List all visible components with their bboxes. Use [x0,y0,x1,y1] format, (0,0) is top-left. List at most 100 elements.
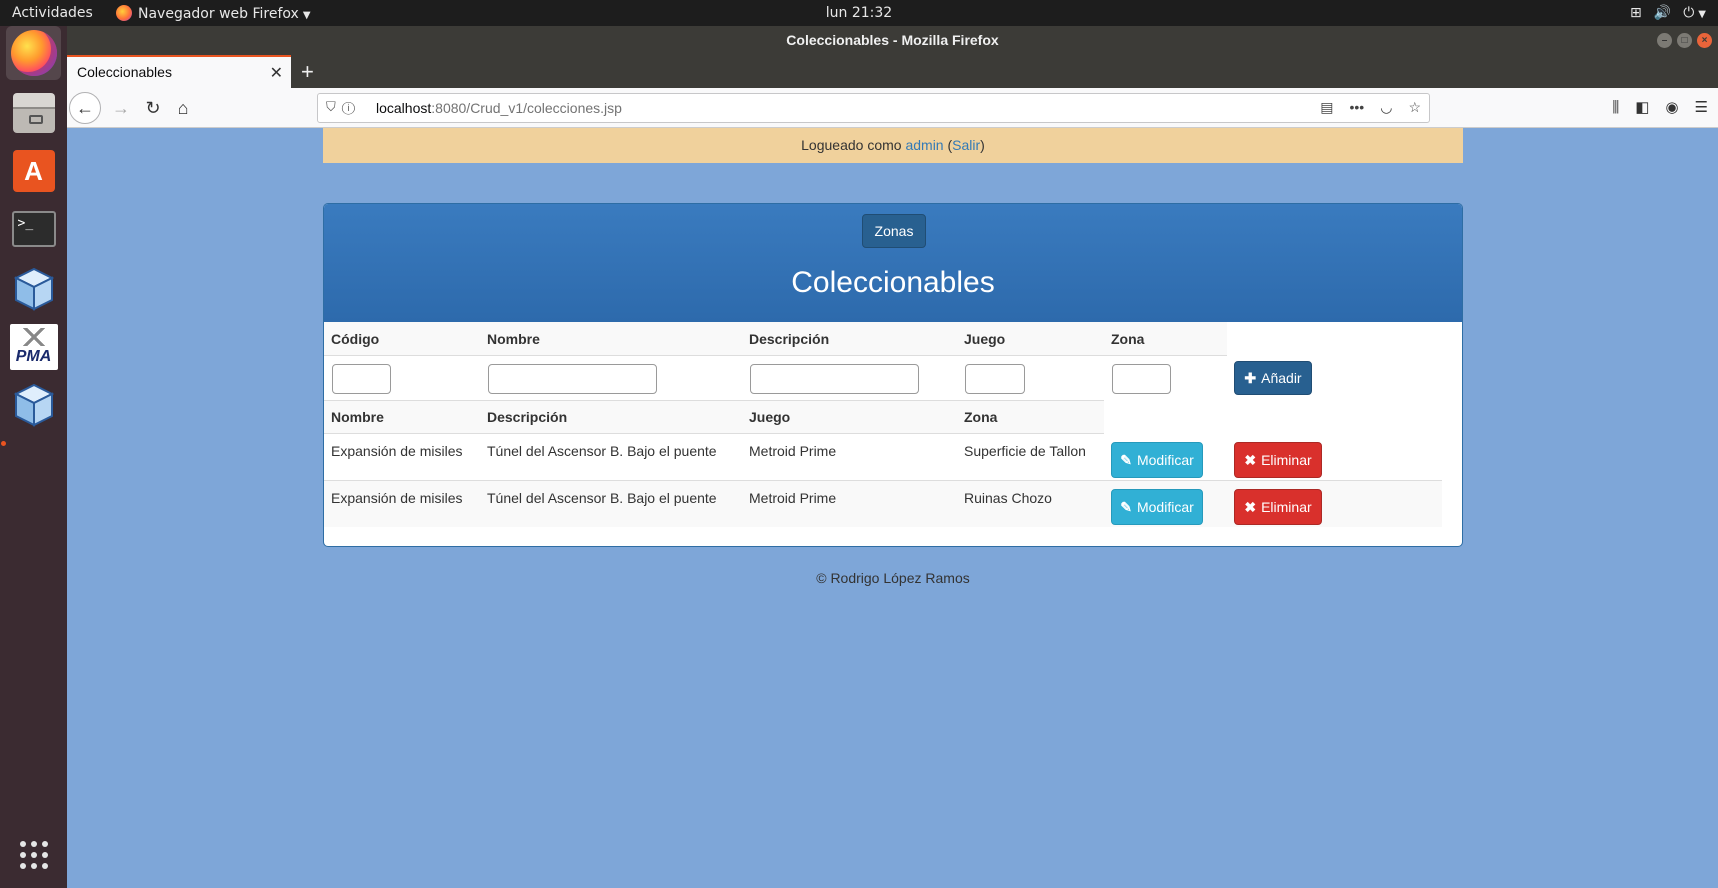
cube-icon [13,383,54,427]
dock-virtualbox-2[interactable] [6,378,61,432]
modify-button-label: Modificar [1136,499,1194,515]
row-descripcion: Túnel del Ascensor B. Bajo el puente [487,443,717,459]
firefox-icon [10,30,57,76]
add-button[interactable]: ✚ Añadir [1234,361,1312,395]
header-juego: Juego [964,331,1006,347]
dock-virtualbox-1[interactable] [6,262,61,316]
codigo-input[interactable] [332,364,391,394]
dock-phpmyadmin[interactable]: PMA [6,320,61,374]
nombre-input[interactable] [488,364,657,394]
new-tab-icon[interactable]: + [301,59,314,85]
close-icon[interactable]: × [1697,33,1712,48]
header-codigo: Código [331,331,380,347]
descripcion-input[interactable] [750,364,919,394]
login-prefix: Logueado como [801,137,906,153]
delete-button[interactable]: ✖ Eliminar [1234,489,1322,525]
dock-terminal[interactable]: >_ [6,202,61,256]
sidebar-icon[interactable]: ◧ [1635,99,1649,116]
navigation-toolbar: ← → ↻ ⌂ ⛉ⓘ localhost:8080/Crud_v1/colecc… [67,88,1718,128]
software-store-icon: A [12,150,55,192]
app-menu-label: Navegador web Firefox [138,6,299,22]
login-paren-close: ) [980,137,985,153]
add-button-label: Añadir [1261,370,1302,386]
delete-button[interactable]: ✖ Eliminar [1234,442,1322,478]
show-applications-button[interactable] [6,828,61,882]
url-bar[interactable]: ⛉ⓘ localhost:8080/Crud_v1/colecciones.js… [317,93,1430,123]
menu-icon[interactable]: ☰ [1695,99,1708,116]
row-juego: Metroid Prime [749,490,837,506]
reload-icon[interactable]: ↻ [137,92,169,124]
coleccionables-panel: Zonas Coleccionables Código Nombre Descr… [323,203,1463,547]
modify-button[interactable]: ✎ Modificar [1111,442,1203,478]
cube-icon [13,267,54,311]
shield-icon[interactable]: ⛉ⓘ [326,99,361,115]
activities-button[interactable]: Actividades [12,5,93,21]
url-host: localhost [376,100,432,116]
login-paren-open: ( [943,137,953,153]
list-header-nombre: Nombre [331,409,384,425]
app-grid-icon [19,841,48,869]
system-top-bar: Actividades Navegador web Firefox ▼ lun 2… [0,0,1718,26]
phpmyadmin-icon: PMA [9,324,58,370]
pocket-icon[interactable]: ◡ [1380,99,1392,115]
bookmark-star-icon[interactable]: ☆ [1408,99,1421,115]
panel-header: Zonas Coleccionables [324,204,1462,322]
more-actions-icon[interactable]: ••• [1350,99,1365,115]
modify-button-label: Modificar [1136,452,1194,468]
row-nombre: Expansión de misiles [331,490,463,506]
running-indicator [1,441,6,446]
app-menu[interactable]: Navegador web Firefox ▼ [116,5,311,22]
close-x-icon: ✖ [1244,498,1257,515]
web-page: Logueado como admin (Salir) Zonas Colecc… [67,128,1718,888]
dock-firefox[interactable] [6,26,61,80]
zona-input[interactable] [1112,364,1171,394]
row-juego: Metroid Prime [749,443,837,459]
close-x-icon: ✖ [1244,451,1257,468]
modify-button[interactable]: ✎ Modificar [1111,489,1203,525]
delete-button-label: Eliminar [1261,452,1312,468]
back-icon[interactable]: ← [69,92,101,124]
logout-link[interactable]: Salir [952,137,980,153]
minimize-icon[interactable]: – [1657,33,1672,48]
url-text[interactable]: localhost:8080/Crud_v1/colecciones.jsp [376,100,622,116]
tab-bar: Coleccionables ✕ + [67,55,1718,88]
row-zona: Superficie de Tallon [964,443,1086,459]
plus-icon: ✚ [1244,369,1257,386]
login-status-bar: Logueado como admin (Salir) [323,128,1463,163]
header-descripcion: Descripción [749,331,830,347]
juego-input[interactable] [965,364,1025,394]
firefox-mini-icon [116,5,132,21]
terminal-icon: >_ [11,211,56,247]
library-icon[interactable]: ⫼ [1612,99,1619,116]
tab-coleccionables[interactable]: Coleccionables ✕ [67,55,291,88]
reader-view-icon[interactable]: ▤ [1320,99,1333,115]
header-nombre: Nombre [487,331,540,347]
pencil-icon: ✎ [1120,498,1132,515]
maximize-icon[interactable]: □ [1677,33,1692,48]
forward-icon[interactable]: → [105,92,137,124]
files-icon [12,93,55,133]
account-icon[interactable]: ◉ [1665,99,1678,116]
window-title-bar: Coleccionables - Mozilla Firefox – □ × [67,26,1718,55]
user-link[interactable]: admin [905,137,943,153]
row-descripcion: Túnel del Ascensor B. Bajo el puente [487,490,717,506]
delete-button-label: Eliminar [1261,499,1312,515]
page-title: Coleccionables [791,266,995,299]
power-icon: ⏻ [1683,5,1695,21]
caret-down-icon: ▼ [1698,9,1706,20]
dock-files[interactable] [6,86,61,140]
pencil-icon: ✎ [1120,451,1132,468]
tab-title: Coleccionables [77,64,172,80]
url-path: :8080/Crud_v1/colecciones.jsp [431,100,622,116]
footer: © Rodrigo López Ramos [816,570,970,586]
tab-close-icon[interactable]: ✕ [270,63,283,83]
status-menu[interactable]: ⊞ 🔊 ⏻ ▼ [1618,5,1706,21]
network-icon: ⊞ [1630,5,1642,21]
window-title: Coleccionables - Mozilla Firefox [786,32,999,48]
caret-down-icon: ▼ [302,10,311,21]
zonas-button[interactable]: Zonas [862,214,926,248]
home-icon[interactable]: ⌂ [167,92,199,124]
list-header-juego: Juego [749,409,791,425]
volume-icon: 🔊 [1653,5,1672,21]
dock-software[interactable]: A [6,144,61,198]
